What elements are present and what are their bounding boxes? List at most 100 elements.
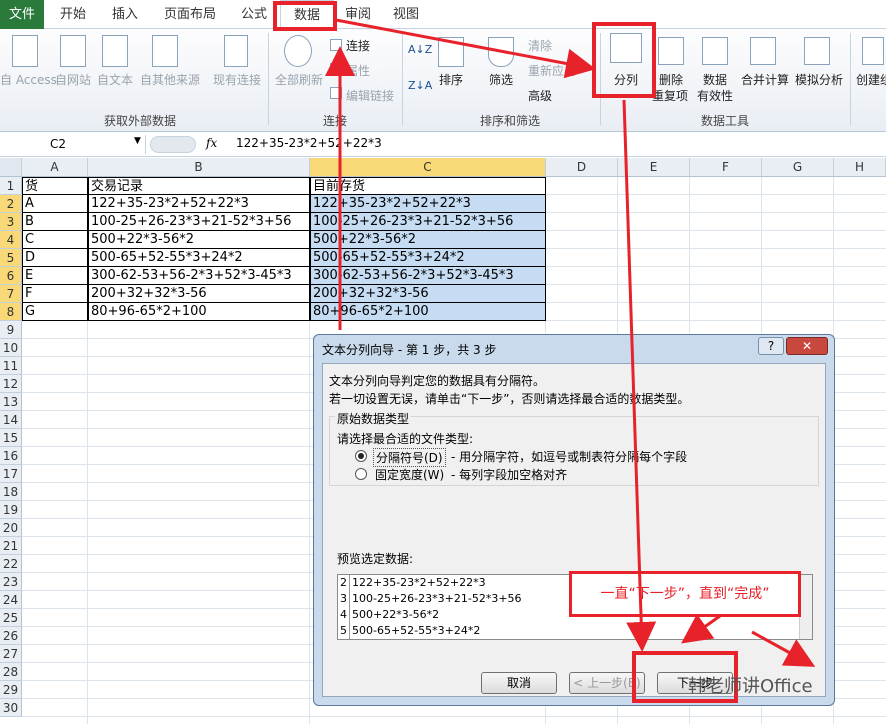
cancel-button[interactable]: 取消 <box>481 672 557 694</box>
from-text-button[interactable]: 自文本 <box>94 71 136 88</box>
row-header-1[interactable]: 1 <box>0 177 22 195</box>
row-header-20[interactable]: 20 <box>0 519 22 537</box>
row-header-28[interactable]: 28 <box>0 663 22 681</box>
advanced-button[interactable]: 高级 <box>528 87 552 104</box>
sort-z-a-button[interactable]: Z↓A <box>408 79 432 92</box>
tab-home[interactable]: 开始 <box>48 0 98 29</box>
insert-function-icon[interactable]: fx <box>206 136 217 150</box>
consolidate-button[interactable]: 合并计算 <box>738 71 792 88</box>
tab-file[interactable]: 文件 <box>0 0 44 29</box>
row-header-19[interactable]: 19 <box>0 501 22 519</box>
row-header-13[interactable]: 13 <box>0 393 22 411</box>
edit-links-button[interactable]: 编辑链接 <box>346 87 394 104</box>
cell-b5[interactable]: 500-65+52-55*3+24*2 <box>88 249 310 267</box>
row-header-26[interactable]: 26 <box>0 627 22 645</box>
cell-b2[interactable]: 122+35-23*2+52+22*3 <box>88 195 310 213</box>
row-header-4[interactable]: 4 <box>0 231 22 249</box>
cell-a1[interactable]: 货 <box>22 177 88 195</box>
close-button[interactable]: ✕ <box>786 337 828 355</box>
filter-button[interactable]: 筛选 <box>486 71 516 88</box>
existing-connections-button[interactable]: 现有连接 <box>208 71 266 88</box>
properties-button[interactable]: 属性 <box>346 62 370 79</box>
cell-a3[interactable]: B <box>22 213 88 231</box>
row-header-6[interactable]: 6 <box>0 267 22 285</box>
cell-c5[interactable]: 500-65+52-55*3+24*2 <box>310 249 546 267</box>
fixed-width-label[interactable]: 固定宽度(W) <box>375 466 444 483</box>
cell-b8[interactable]: 80+96-65*2+100 <box>88 303 310 321</box>
cell-a8[interactable]: G <box>22 303 88 321</box>
column-header-h[interactable]: H <box>834 158 886 177</box>
cell-c7[interactable]: 200+32+32*3-56 <box>310 285 546 303</box>
row-header-15[interactable]: 15 <box>0 429 22 447</box>
what-if-analysis-button[interactable]: 模拟分析 <box>792 71 846 88</box>
cell-b4[interactable]: 500+22*3-56*2 <box>88 231 310 249</box>
column-header-g[interactable]: G <box>762 158 834 177</box>
refresh-all-button[interactable]: 全部刷新 <box>272 71 326 88</box>
cell-c1[interactable]: 目前存货 <box>310 177 546 195</box>
tab-page-layout[interactable]: 页面布局 <box>155 0 225 29</box>
delimited-label[interactable]: 分隔符号(D) <box>373 448 446 467</box>
from-access-button[interactable]: 自 Access <box>0 71 57 88</box>
row-header-18[interactable]: 18 <box>0 483 22 501</box>
cell-a5[interactable]: D <box>22 249 88 267</box>
row-header-22[interactable]: 22 <box>0 555 22 573</box>
row-header-23[interactable]: 23 <box>0 573 22 591</box>
select-all-corner[interactable] <box>0 158 22 177</box>
from-other-sources-button[interactable]: 自其他来源 <box>138 71 202 88</box>
connections-button[interactable]: 连接 <box>346 37 370 54</box>
delimited-radio[interactable] <box>355 450 367 462</box>
cell-c4[interactable]: 500+22*3-56*2 <box>310 231 546 249</box>
cell-c3[interactable]: 100-25+26-23*3+21-52*3+56 <box>310 213 546 231</box>
column-header-e[interactable]: E <box>618 158 690 177</box>
remove-duplicates-button[interactable]: 删除 <box>654 71 688 88</box>
row-header-10[interactable]: 10 <box>0 339 22 357</box>
name-box-dropdown-icon[interactable]: ▼ <box>134 136 141 146</box>
row-header-9[interactable]: 9 <box>0 321 22 339</box>
row-header-29[interactable]: 29 <box>0 681 22 699</box>
fixed-width-radio[interactable] <box>355 468 367 480</box>
cell-a2[interactable]: A <box>22 195 88 213</box>
tab-insert[interactable]: 插入 <box>100 0 150 29</box>
row-header-27[interactable]: 27 <box>0 645 22 663</box>
clear-button[interactable]: 清除 <box>528 37 552 54</box>
cell-a7[interactable]: F <box>22 285 88 303</box>
cell-c6[interactable]: 300-62-53+56-2*3+52*3-45*3 <box>310 267 546 285</box>
column-header-d[interactable]: D <box>546 158 618 177</box>
sort-a-z-button[interactable]: A↓Z <box>408 43 432 56</box>
cell-a6[interactable]: E <box>22 267 88 285</box>
row-header-30[interactable]: 30 <box>0 699 22 717</box>
row-header-12[interactable]: 12 <box>0 375 22 393</box>
cell-b6[interactable]: 300-62-53+56-2*3+52*3-45*3 <box>88 267 310 285</box>
cell-c2[interactable]: 122+35-23*2+52+22*3 <box>310 195 546 213</box>
row-header-3[interactable]: 3 <box>0 213 22 231</box>
column-header-b[interactable]: B <box>88 158 310 177</box>
create-group-button[interactable]: 创建组 <box>856 71 886 88</box>
row-header-14[interactable]: 14 <box>0 411 22 429</box>
data-validation-button[interactable]: 数据 <box>698 71 732 88</box>
row-header-8[interactable]: 8 <box>0 303 22 321</box>
sort-button[interactable]: 排序 <box>436 71 466 88</box>
row-header-21[interactable]: 21 <box>0 537 22 555</box>
reapply-button[interactable]: 重新应用 <box>528 62 576 79</box>
formula-input[interactable]: 122+35-23*2+52+22*3 <box>236 136 382 150</box>
cell-b7[interactable]: 200+32+32*3-56 <box>88 285 310 303</box>
row-header-11[interactable]: 11 <box>0 357 22 375</box>
row-header-24[interactable]: 24 <box>0 591 22 609</box>
from-web-button[interactable]: 自网站 <box>52 71 94 88</box>
help-button[interactable]: ? <box>758 337 784 355</box>
tab-view[interactable]: 视图 <box>384 0 428 29</box>
cell-c8[interactable]: 80+96-65*2+100 <box>310 303 546 321</box>
column-header-c[interactable]: C <box>310 158 546 177</box>
cell-b3[interactable]: 100-25+26-23*3+21-52*3+56 <box>88 213 310 231</box>
row-header-16[interactable]: 16 <box>0 447 22 465</box>
row-header-17[interactable]: 17 <box>0 465 22 483</box>
column-header-f[interactable]: F <box>690 158 762 177</box>
row-header-2[interactable]: 2 <box>0 195 22 213</box>
tab-review[interactable]: 审阅 <box>336 0 380 29</box>
column-header-a[interactable]: A <box>22 158 88 177</box>
cell-b1[interactable]: 交易记录 <box>88 177 310 195</box>
row-header-5[interactable]: 5 <box>0 249 22 267</box>
row-header-7[interactable]: 7 <box>0 285 22 303</box>
name-box[interactable]: C2 <box>0 135 146 154</box>
cell-a4[interactable]: C <box>22 231 88 249</box>
